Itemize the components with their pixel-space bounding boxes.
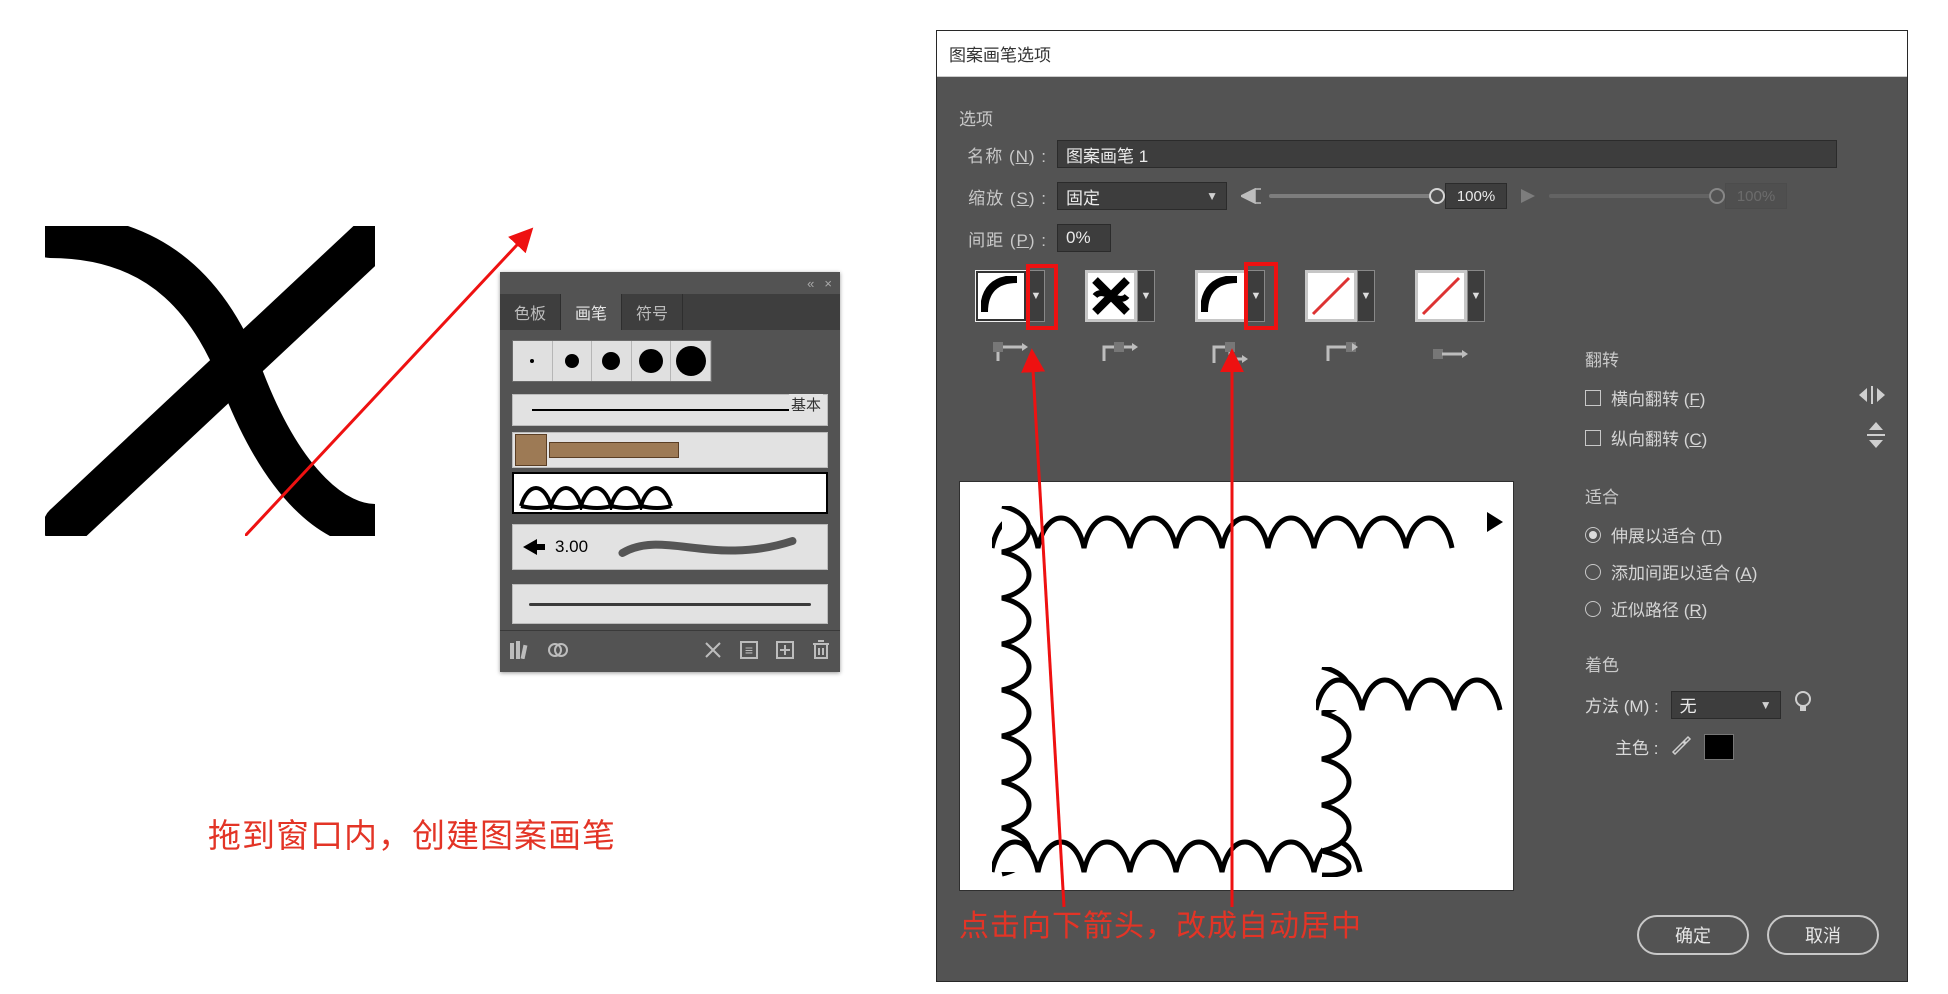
brush-scrawl-row[interactable] (512, 584, 828, 624)
tab-symbols[interactable]: 符号 (622, 294, 683, 330)
row-spacing: 间距 (P) : (959, 224, 1885, 252)
brush-art-row[interactable]: 3.00 (512, 524, 828, 570)
library-icon[interactable] (510, 641, 530, 663)
brushes-panel: « × 色板 画笔 符号 基本 (500, 272, 840, 672)
checkbox-icon (1585, 390, 1601, 406)
scale-pct-a[interactable]: 100% (1445, 183, 1507, 209)
tile-end-hint-icon (1428, 340, 1472, 368)
tile-end[interactable] (1415, 270, 1467, 322)
brush-list: 基本 3.00 (500, 330, 840, 630)
tile-outer-corner[interactable] (975, 270, 1027, 322)
tile-end-dropdown[interactable]: ▼ (1467, 270, 1485, 322)
tile-outer-corner-dropdown[interactable]: ▼ (1027, 270, 1045, 322)
name-label: 名称 (N) : (959, 142, 1047, 167)
cc-libraries-icon[interactable] (548, 640, 568, 664)
wave-preview (598, 533, 817, 561)
cancel-button[interactable]: 取消 (1767, 915, 1879, 955)
fit-stretch[interactable]: 伸展以适合 (T) (1585, 522, 1885, 547)
dialog-title: 图案画笔选项 (937, 31, 1907, 77)
key-color: 主色 : (1585, 733, 1885, 760)
flip-horizontal[interactable]: 横向翻转 (F) (1585, 385, 1885, 410)
pattern-brush-options-dialog: 图案画笔选项 选项 名称 (N) : 缩放 (S) : 固定▼ 100% (936, 30, 1908, 982)
brush-options-icon[interactable]: ≡ (740, 641, 758, 663)
preset-dot-4[interactable] (632, 341, 672, 381)
tile-side-dropdown[interactable]: ▼ (1137, 270, 1155, 322)
preview-side-arrow-icon (1487, 512, 1503, 536)
scale-label: 缩放 (S) : (959, 184, 1047, 209)
flip-section: 翻转 横向翻转 (F) 纵向翻转 (C) (1585, 346, 1885, 453)
scale-pct-b: 100% (1725, 183, 1787, 209)
fit-approximate[interactable]: 近似路径 (R) (1585, 596, 1885, 621)
preset-dot-3[interactable] (592, 341, 632, 381)
new-brush-icon[interactable] (776, 641, 794, 663)
scale-mode-dropdown[interactable]: 固定▼ (1057, 182, 1227, 210)
tab-swatches[interactable]: 色板 (500, 294, 561, 330)
tab-brushes[interactable]: 画笔 (561, 294, 622, 330)
canvas-rope-shape (45, 226, 375, 536)
radio-icon (1585, 601, 1601, 617)
flip-heading: 翻转 (1585, 346, 1885, 371)
panel-collapse-icon[interactable]: « (807, 276, 814, 291)
options-heading: 选项 (959, 105, 1885, 130)
tile-start[interactable] (1305, 270, 1357, 322)
caption-drag: 拖到窗口内，创建图案画笔 (208, 809, 616, 857)
tile-inner-corner[interactable] (1195, 270, 1247, 322)
round-presets (512, 340, 712, 382)
scale-slider-b: 100% (1521, 183, 1787, 209)
tile-start-hint-icon (1318, 340, 1362, 368)
coloring-heading: 着色 (1585, 651, 1885, 676)
tile-start-dropdown[interactable]: ▼ (1357, 270, 1375, 322)
tile-side-hint-icon (1098, 340, 1142, 368)
flip-vertical[interactable]: 纵向翻转 (C) (1585, 422, 1885, 453)
tile-inner-corner-dropdown[interactable]: ▼ (1247, 270, 1265, 322)
brush-basic-row[interactable]: 基本 (512, 394, 828, 426)
coloring-method-dropdown[interactable]: 无▼ (1671, 691, 1781, 719)
spacing-input[interactable] (1057, 224, 1111, 252)
row-name: 名称 (N) : (959, 140, 1885, 168)
ok-button[interactable]: 确定 (1637, 915, 1749, 955)
key-color-swatch[interactable] (1704, 734, 1734, 760)
tile-outer-corner-hint-icon (988, 340, 1032, 368)
flip-v-icon (1867, 422, 1885, 453)
row-scale: 缩放 (S) : 固定▼ 100% 100% (959, 182, 1885, 210)
coloring-method: 方法 (M) : 无▼ (1585, 690, 1885, 719)
fit-section: 适合 伸展以适合 (T) 添加间距以适合 (A) 近似路径 (R) (1585, 483, 1885, 621)
flip-h-icon (1859, 386, 1885, 409)
panel-tabs: 色板 画笔 符号 (500, 294, 840, 330)
spacing-label: 间距 (P) : (959, 226, 1047, 251)
caption-arrow: 点击向下箭头，改成自动居中 (959, 901, 1362, 945)
svg-text:≡: ≡ (745, 642, 753, 658)
brush-rope-row[interactable] (512, 472, 828, 514)
radio-icon (1585, 564, 1601, 580)
brush-border-row[interactable] (512, 432, 828, 468)
fit-addspace[interactable]: 添加间距以适合 (A) (1585, 559, 1885, 584)
preset-dot-5[interactable] (671, 341, 711, 381)
trash-icon[interactable] (812, 640, 830, 664)
art-brush-size: 3.00 (555, 537, 588, 557)
scale-slider-a[interactable]: 100% (1241, 183, 1507, 209)
brush-tip-icon (523, 539, 545, 555)
fit-heading: 适合 (1585, 483, 1885, 508)
panel-footer: ≡ (500, 630, 840, 672)
panel-close-icon[interactable]: × (824, 276, 832, 291)
brush-preview (959, 481, 1514, 891)
name-input[interactable] (1057, 140, 1837, 168)
remove-stroke-icon[interactable] (704, 641, 722, 663)
basic-label: 基本 (789, 394, 823, 415)
radio-icon (1585, 527, 1601, 543)
tile-inner-corner-hint-icon (1208, 340, 1252, 368)
coloring-section: 着色 方法 (M) : 无▼ 主色 : (1585, 651, 1885, 760)
checkbox-icon (1585, 430, 1601, 446)
preset-dot-2[interactable] (553, 341, 593, 381)
eyedropper-icon[interactable] (1670, 733, 1692, 760)
preset-dot-1[interactable] (513, 341, 553, 381)
tip-bulb-icon[interactable] (1793, 690, 1813, 719)
tile-side[interactable] (1085, 270, 1137, 322)
